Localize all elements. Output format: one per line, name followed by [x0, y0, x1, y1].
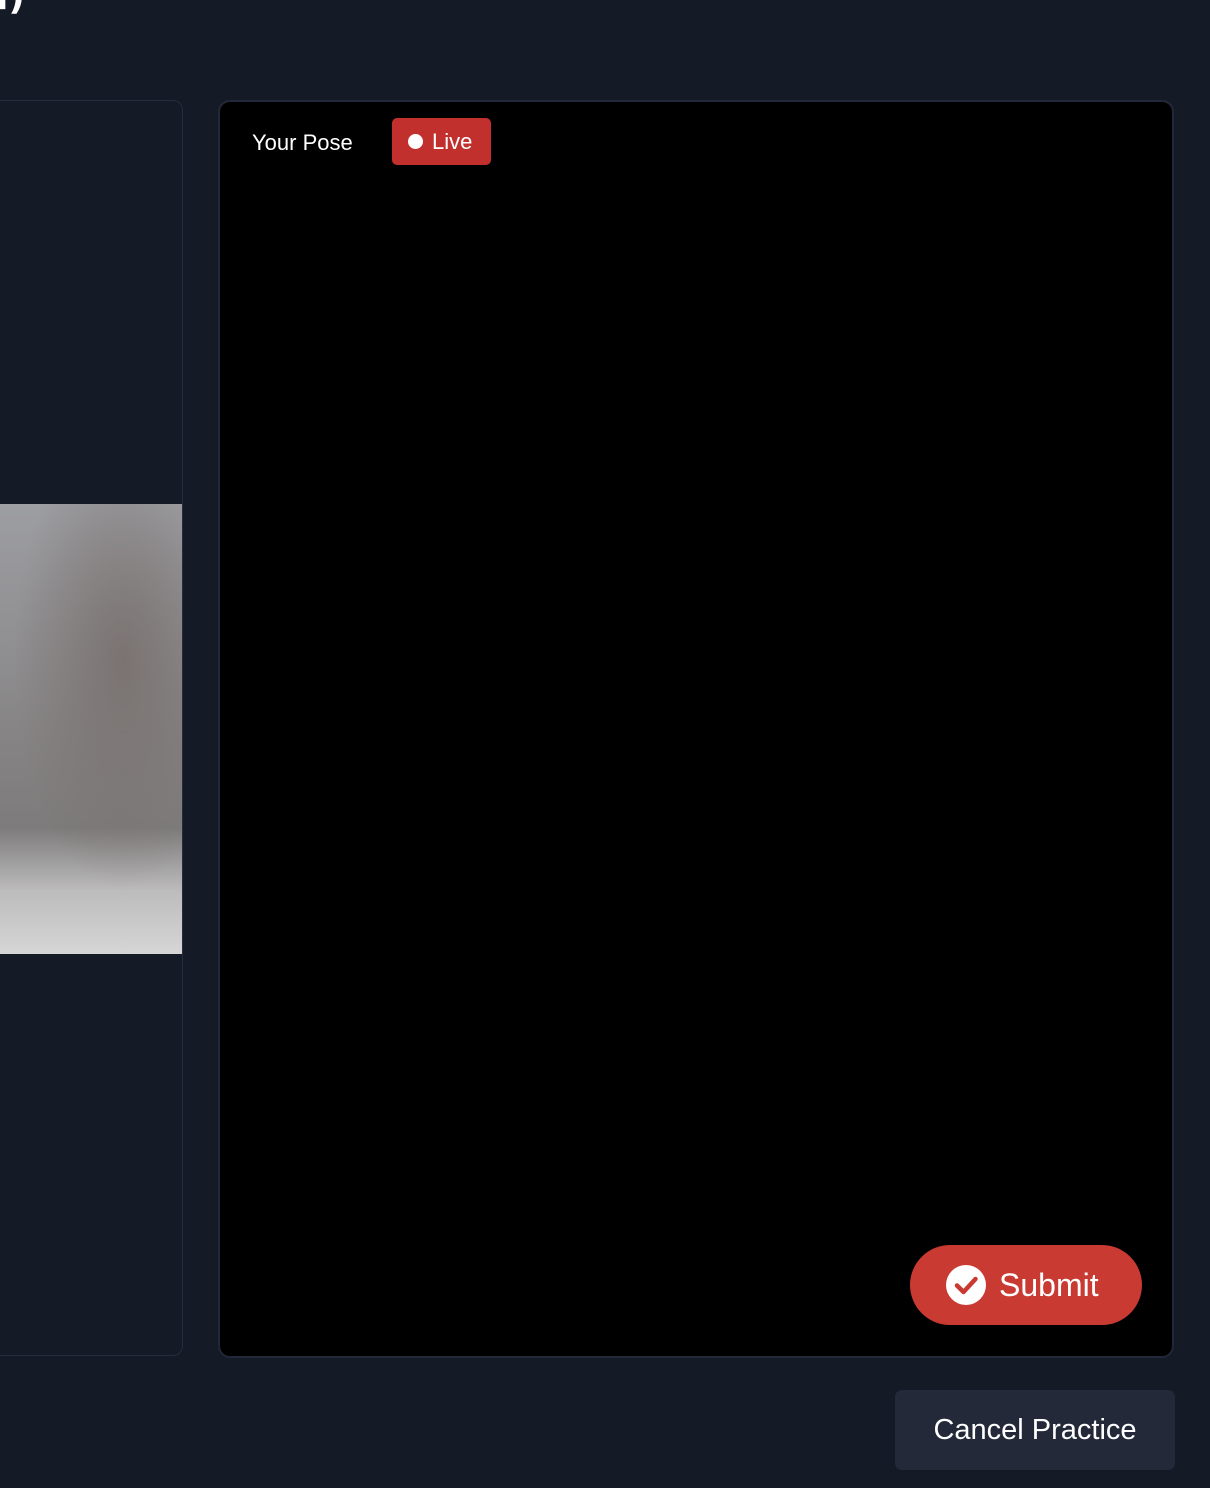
user-camera-panel: Your Pose Live Submit: [218, 100, 1174, 1358]
live-label: Live: [432, 128, 473, 154]
page-title-fragment: l): [0, 0, 25, 18]
submit-label: Submit: [999, 1267, 1099, 1303]
live-badge: Live: [392, 118, 491, 165]
submit-button[interactable]: Submit: [910, 1245, 1142, 1325]
reference-pose-image: [0, 504, 182, 954]
cancel-practice-button[interactable]: Cancel Practice: [895, 1390, 1175, 1470]
live-dot-icon: [408, 134, 423, 149]
camera-title: Your Pose: [252, 130, 353, 155]
reference-pose-panel: [0, 100, 183, 1356]
check-circle-icon: [946, 1265, 986, 1305]
